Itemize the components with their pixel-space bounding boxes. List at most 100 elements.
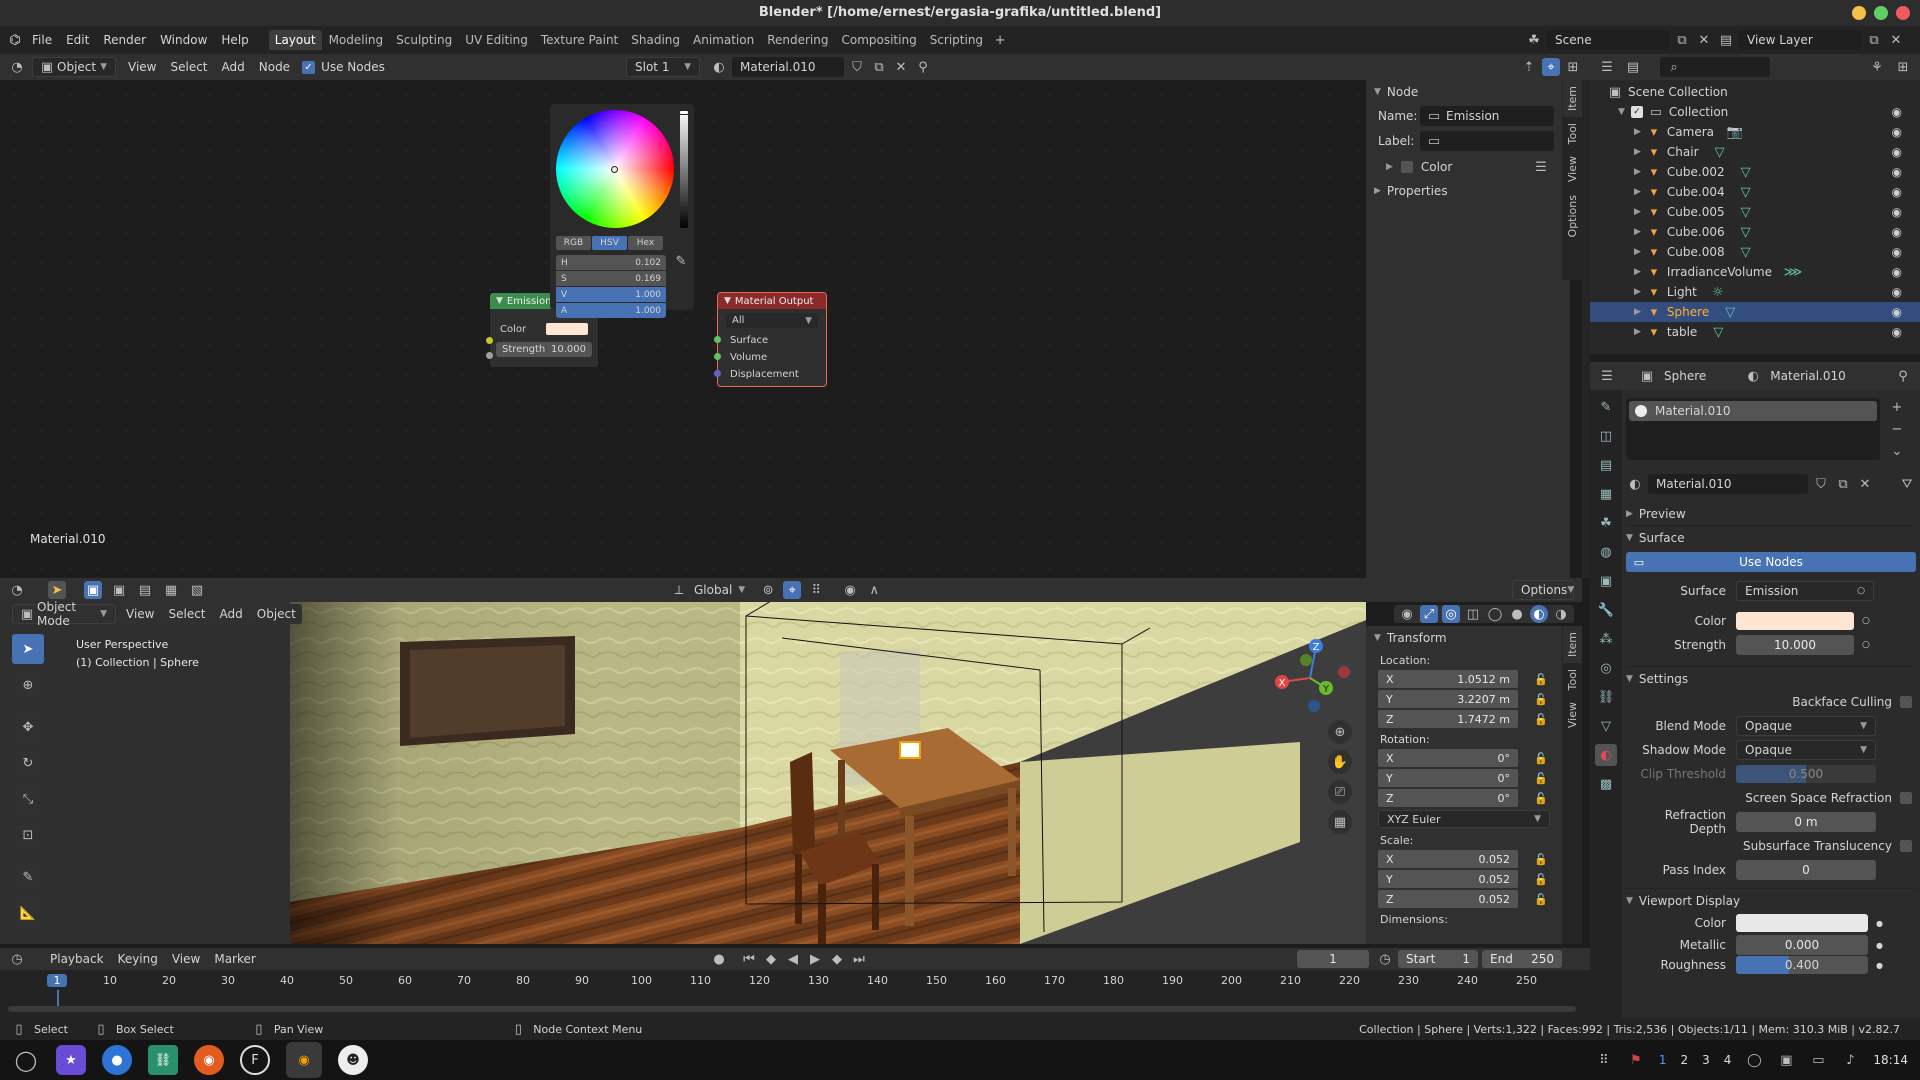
expand-icon[interactable]: ▶ [1634, 207, 1641, 217]
location-x-field[interactable]: X 1.0512 m [1378, 670, 1518, 688]
node-menu-select[interactable]: Select [164, 57, 213, 77]
light-icon[interactable]: ☼ [1711, 283, 1725, 301]
record-icon[interactable]: ● [710, 950, 728, 968]
snap-toggle-icon[interactable]: ⌖ [783, 581, 802, 599]
editor-type-icon[interactable]: ◔ [8, 58, 26, 76]
unlink-material-icon[interactable]: ✕ [892, 58, 910, 76]
outliner-item-cube-008[interactable]: ▶ ▾ Cube.008 ▽ ◉ [1590, 242, 1920, 262]
collection-visibility-icon[interactable]: ◉ [1892, 105, 1902, 119]
outliner-item-sphere[interactable]: ▶ ▾ Sphere ▽ ◉ [1590, 302, 1920, 322]
viewport-sidebar-tab-tool[interactable]: Tool [1563, 663, 1582, 696]
mesh-icon[interactable]: ▽ [1739, 183, 1753, 201]
visibility-icon[interactable]: ◉ [1398, 605, 1416, 623]
transform-title[interactable]: Transform [1387, 631, 1447, 645]
mesh-icon[interactable]: ▽ [1713, 143, 1727, 161]
outliner-item-light[interactable]: ▶ ▾ Light ☼ ◉ [1590, 282, 1920, 302]
expand-icon[interactable]: ▶ [1634, 187, 1641, 197]
timeline-menu-keying[interactable]: Keying [112, 949, 164, 969]
visibility-eye-icon[interactable]: ◉ [1892, 265, 1902, 279]
collection-checkbox[interactable]: ✓ [1630, 106, 1643, 118]
play-icon[interactable]: ▶ [806, 950, 824, 968]
tool-icon[interactable]: ✎ [1595, 396, 1617, 418]
lock-icon[interactable]: 🔓 [1532, 690, 1550, 708]
timeline-ruler[interactable]: 1 10 20 30 40 50 60 70 80 90 100 110 120 130 140 150 160… [0, 970, 1590, 1012]
outliner-item-chair[interactable]: ▶ ▾ Chair ▽ ◉ [1590, 142, 1920, 162]
expand-icon[interactable]: ▶ [1634, 327, 1641, 337]
close-button[interactable] [1896, 6, 1910, 20]
surface-shader-dropdown[interactable]: Emission ○ [1736, 581, 1874, 601]
workspace-tab-shading[interactable]: Shading [625, 30, 686, 50]
zoom-icon[interactable]: ⊕ [1328, 720, 1352, 744]
visibility-eye-icon[interactable]: ◉ [1892, 145, 1902, 159]
fake-user-icon-2[interactable]: ⛉ [1812, 475, 1830, 493]
metallic-field[interactable]: 0.000 [1736, 935, 1868, 955]
workspace-1[interactable]: 1 [1659, 1053, 1667, 1067]
outliner-item-cube-004[interactable]: ▶ ▾ Cube.004 ▽ ◉ [1590, 182, 1920, 202]
ortho-toggle-icon[interactable]: ▦ [1328, 810, 1352, 834]
expand-icon[interactable]: ▶ [1634, 287, 1641, 297]
parent-node-tree-icon[interactable]: ⇡ [1520, 58, 1538, 76]
orientation-value[interactable]: Global [694, 583, 732, 597]
lock-icon[interactable]: 🔓 [1532, 749, 1550, 767]
viewport-menu-object[interactable]: Object [251, 604, 302, 624]
record-status-icon[interactable]: ◯ [1745, 1051, 1763, 1069]
camera-view-icon[interactable]: ⎚ [1328, 780, 1352, 804]
world-icon[interactable]: ◍ [1595, 541, 1617, 563]
outliner-item-table[interactable]: ▶ ▾ table ▽ ◉ [1590, 322, 1920, 342]
measure-tool-icon[interactable]: 📐 [12, 898, 44, 928]
maximize-button[interactable] [1874, 6, 1888, 20]
value-slider-knob[interactable] [679, 110, 689, 115]
eyedropper-icon[interactable]: ✎ [672, 252, 690, 270]
falloff-icon[interactable]: ∧ [865, 581, 883, 599]
blender-app-icon[interactable]: ◉ [286, 1042, 322, 1078]
visibility-eye-icon[interactable]: ◉ [1892, 125, 1902, 139]
node-menu-node[interactable]: Node [253, 57, 296, 77]
select-tool-icon[interactable]: ➤ [48, 581, 66, 599]
emission-color-swatch[interactable] [546, 323, 588, 335]
node-sidebar-tab-tool[interactable]: Tool [1563, 117, 1582, 150]
expand-icon[interactable]: ▶ [1634, 167, 1641, 177]
rotate-tool-icon[interactable]: ↻ [12, 748, 44, 778]
current-frame-field[interactable]: 1 [1297, 950, 1369, 968]
transform-tool-icon[interactable]: ⊡ [12, 820, 44, 850]
new-view-layer-icon[interactable]: ⧉ [1865, 31, 1883, 49]
end-frame-field[interactable]: End 250 [1482, 950, 1562, 968]
wireframe-shading-icon[interactable]: ◯ [1486, 605, 1504, 623]
node-menu-add[interactable]: Add [216, 57, 251, 77]
navigation-gizmo[interactable]: Z X Y [1270, 638, 1350, 718]
os-menu-icon[interactable]: ◯ [12, 1046, 40, 1074]
node-section-title[interactable]: Node [1387, 85, 1418, 99]
rotation-x-field[interactable]: X 0° [1378, 749, 1518, 767]
jump-end-icon[interactable]: ⏭ [850, 950, 868, 968]
timeline-menu-view[interactable]: View [166, 949, 206, 969]
outliner-item-irradiancevolume[interactable]: ▶ ▾ IrradianceVolume ⋙ ◉ [1590, 262, 1920, 282]
node-sidebar-tab-view[interactable]: View [1563, 150, 1582, 188]
object-tab-icon[interactable]: ▣ [1595, 570, 1617, 592]
render-icon[interactable]: ◫ [1595, 425, 1617, 447]
jump-start-icon[interactable]: ⏮ [740, 950, 758, 968]
material-field[interactable]: Material.010 [1648, 474, 1808, 494]
expand-icon[interactable]: ▶ [1634, 247, 1641, 257]
timeline-editor-icon[interactable]: ◷ [8, 950, 26, 968]
scale-tool-icon[interactable]: ⤡ [12, 784, 44, 814]
use-nodes-button[interactable]: ▭ Use Nodes [1626, 552, 1916, 572]
network-app-icon[interactable]: ⛓ [148, 1045, 178, 1075]
mesh-icon[interactable]: ▽ [1739, 203, 1753, 221]
surface-strength-field[interactable]: 10.000 [1736, 635, 1854, 655]
view-layer-field[interactable]: View Layer [1739, 30, 1861, 50]
emission-strength-field[interactable]: Strength 10.000 [496, 342, 592, 357]
material-browse-icon[interactable]: ◐ [710, 58, 728, 76]
select-box-tool-icon[interactable]: ➤ [12, 634, 44, 664]
expand-icon[interactable]: ▶ [1634, 147, 1641, 157]
sss-checkbox[interactable] [1900, 840, 1912, 852]
menu-render[interactable]: Render [97, 30, 152, 50]
shadow-mode-dropdown[interactable]: Opaque ▼ [1736, 740, 1876, 760]
saturation-field[interactable]: S 0.169 [556, 271, 666, 286]
filter-icon[interactable]: ⚘ [1868, 58, 1886, 76]
xray-icon[interactable]: ◫ [1464, 605, 1482, 623]
select-mode-new-icon[interactable]: ▣ [84, 581, 102, 599]
particles-icon[interactable]: ⁂ [1595, 628, 1617, 650]
menu-file[interactable]: File [26, 30, 58, 50]
node-sidebar-tab-item[interactable]: Item [1562, 80, 1582, 118]
workspace-tab-modeling[interactable]: Modeling [323, 30, 390, 50]
